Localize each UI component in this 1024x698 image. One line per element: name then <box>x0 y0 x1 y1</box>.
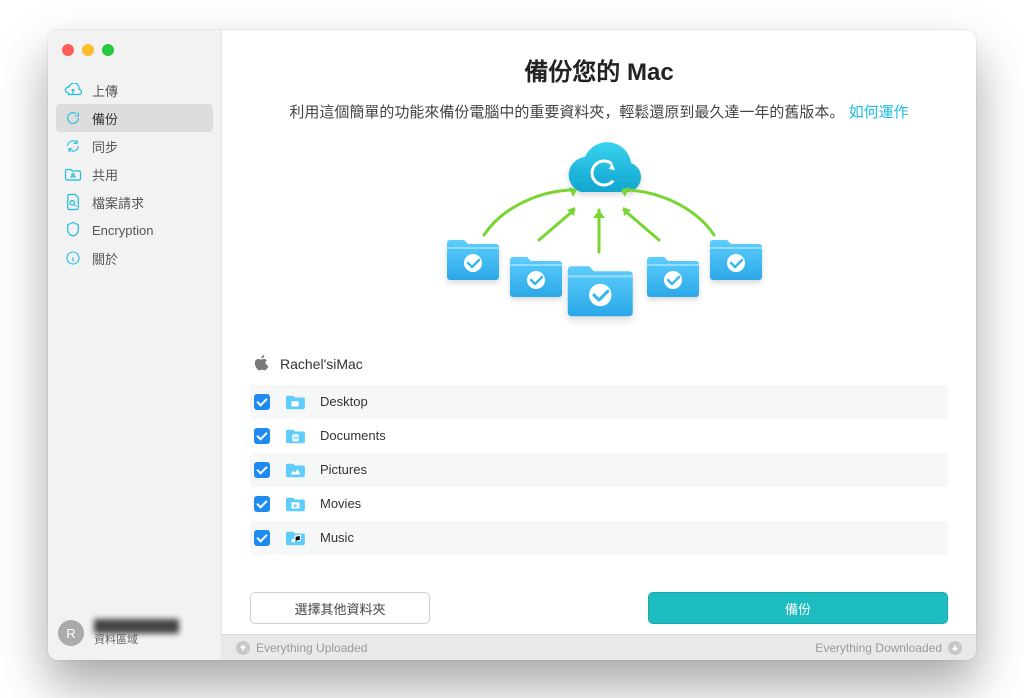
arrow-up-circle-icon <box>236 641 250 655</box>
sidebar-item-sync[interactable]: 同步 <box>56 132 213 160</box>
sidebar-item-filerequest[interactable]: 檔案請求 <box>56 188 213 216</box>
sidebar-item-encryption[interactable]: Encryption <box>56 216 213 244</box>
app-window: 上傳 備份 同步 共用 <box>48 30 976 660</box>
sidebar-item-label: 同步 <box>92 137 118 156</box>
choose-other-folder-button[interactable]: 選擇其他資料夾 <box>250 592 430 624</box>
button-label: 備份 <box>785 599 811 618</box>
sidebar-footer: R ██████████ 資料區域 <box>48 610 221 660</box>
folder-row[interactable]: Documents <box>250 419 948 453</box>
footer-zone-label: 資料區域 <box>94 634 179 646</box>
folder-label: Documents <box>320 428 386 443</box>
status-downloaded: Everything Downloaded <box>815 641 962 655</box>
sidebar-item-about[interactable]: 關於 <box>56 244 213 272</box>
folder-icon <box>284 427 306 445</box>
folder-row[interactable]: Pictures <box>250 453 948 487</box>
folder-row[interactable]: Music <box>250 521 948 555</box>
sync-icon <box>64 138 82 154</box>
checkbox[interactable] <box>254 428 270 444</box>
folder-icon <box>284 393 306 411</box>
checkbox[interactable] <box>254 462 270 478</box>
page-subtitle: 利用這個簡單的功能來備份電腦中的重要資料夾，輕鬆還原到最久達一年的舊版本。 如何… <box>250 102 948 125</box>
avatar-initial: R <box>66 626 75 641</box>
sidebar-item-label: Encryption <box>92 223 153 238</box>
maximize-window-button[interactable] <box>102 44 114 56</box>
refresh-icon <box>64 110 82 126</box>
avatar[interactable]: R <box>58 620 84 646</box>
folder-icon <box>284 461 306 479</box>
file-search-icon <box>64 193 82 211</box>
folder-label: Pictures <box>320 462 367 477</box>
minimize-window-button[interactable] <box>82 44 94 56</box>
device-row: Rachel'siMac <box>250 348 948 385</box>
close-window-button[interactable] <box>62 44 74 56</box>
content-scroll: 備份您的 Mac 利用這個簡單的功能來備份電腦中的重要資料夾，輕鬆還原到最久達一… <box>222 30 976 572</box>
backup-button[interactable]: 備份 <box>648 592 948 624</box>
page-title: 備份您的 Mac <box>250 52 948 87</box>
status-downloaded-text: Everything Downloaded <box>815 641 942 655</box>
folder-label: Music <box>320 530 354 545</box>
sidebar-item-backup[interactable]: 備份 <box>56 104 213 132</box>
subtitle-text: 利用這個簡單的功能來備份電腦中的重要資料夾，輕鬆還原到最久達一年的舊版本。 <box>289 104 844 121</box>
sidebar-item-share[interactable]: 共用 <box>56 160 213 188</box>
button-label: 選擇其他資料夾 <box>294 599 385 618</box>
folder-label: Movies <box>320 496 361 511</box>
shield-icon <box>64 221 82 239</box>
folder-row[interactable]: Desktop <box>250 385 948 419</box>
info-icon <box>64 250 82 266</box>
backup-illustration <box>250 140 948 330</box>
how-it-works-link[interactable]: 如何運作 <box>849 104 909 121</box>
main-panel: 備份您的 Mac 利用這個簡單的功能來備份電腦中的重要資料夾，輕鬆還原到最久達一… <box>222 30 976 660</box>
status-uploaded-text: Everything Uploaded <box>256 641 367 655</box>
device-name: Rachel'siMac <box>280 356 363 372</box>
apple-icon <box>254 354 270 375</box>
window-body: 上傳 備份 同步 共用 <box>48 30 976 660</box>
folder-icon <box>284 529 306 547</box>
folder-icon <box>284 495 306 513</box>
cloud-upload-icon <box>64 83 82 97</box>
sidebar-item-label: 關於 <box>92 249 118 268</box>
footer-username: ██████████ <box>94 620 179 633</box>
status-bar: Everything Uploaded Everything Downloade… <box>222 634 976 660</box>
checkbox[interactable] <box>254 496 270 512</box>
arrow-down-circle-icon <box>948 641 962 655</box>
folder-row[interactable]: Movies <box>250 487 948 521</box>
window-controls <box>48 30 221 70</box>
folder-list: Desktop Documents Pictur <box>250 385 948 555</box>
folder-user-icon <box>64 167 82 181</box>
sidebar-item-label: 共用 <box>92 165 118 184</box>
sidebar-item-label: 上傳 <box>92 81 118 100</box>
sidebar-nav: 上傳 備份 同步 共用 <box>48 70 221 272</box>
sidebar: 上傳 備份 同步 共用 <box>48 30 222 660</box>
sidebar-item-upload[interactable]: 上傳 <box>56 76 213 104</box>
action-bar: 選擇其他資料夾 備份 <box>222 592 976 624</box>
checkbox[interactable] <box>254 394 270 410</box>
status-uploaded: Everything Uploaded <box>236 641 367 655</box>
checkbox[interactable] <box>254 530 270 546</box>
sidebar-item-label: 檔案請求 <box>92 193 144 212</box>
sidebar-item-label: 備份 <box>92 109 118 128</box>
folder-label: Desktop <box>320 394 368 409</box>
